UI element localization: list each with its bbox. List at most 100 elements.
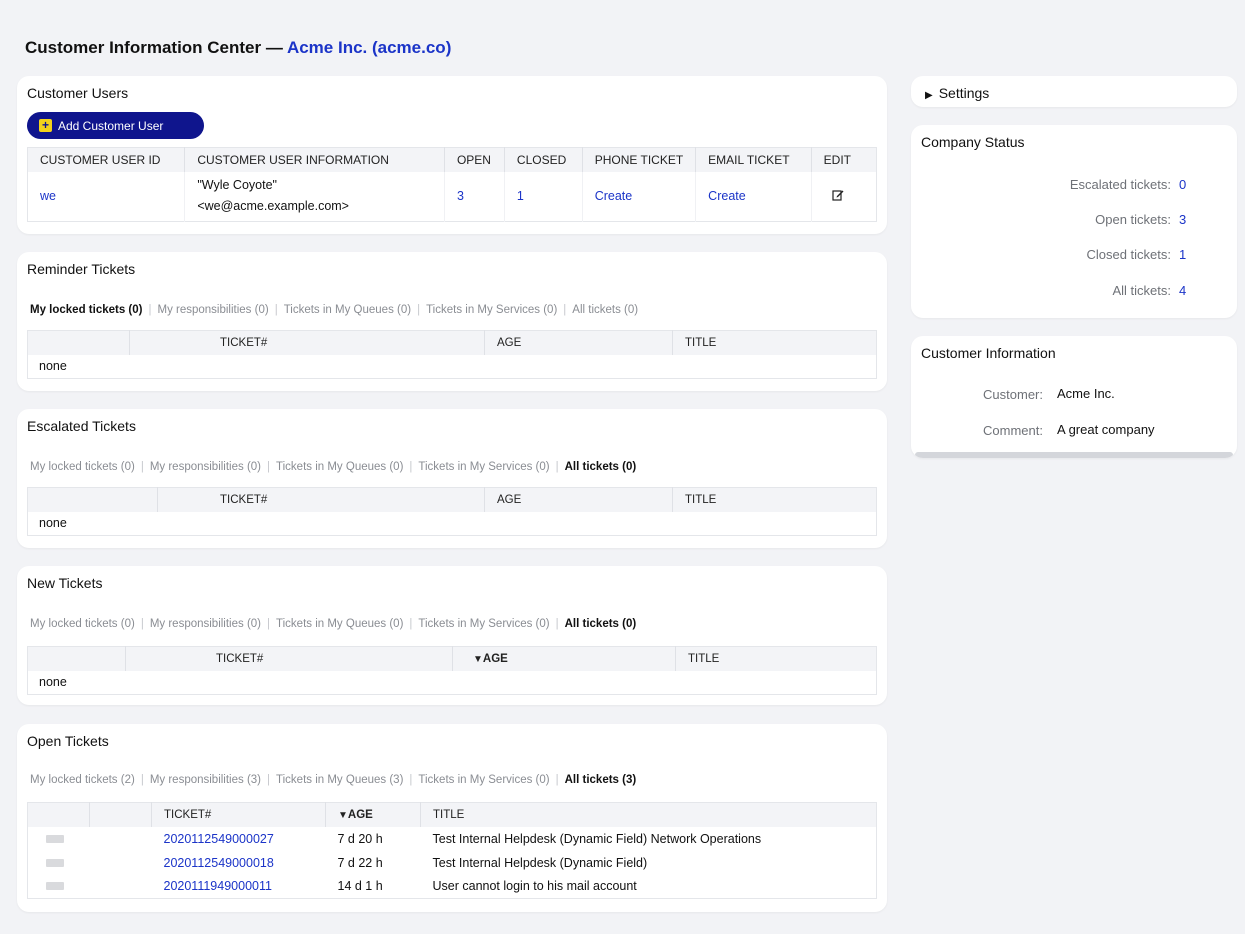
tab-tickets-in-my-queues[interactable]: Tickets in My Queues (0): [276, 618, 403, 630]
settings-title: Settings: [938, 85, 990, 101]
email-ticket-create-link[interactable]: Create: [708, 189, 746, 203]
col-age[interactable]: AGE: [484, 330, 673, 355]
col-ticket-number[interactable]: TICKET#: [157, 487, 485, 512]
settings-toggle[interactable]: ▶ Settings: [925, 85, 989, 101]
ticket-flag-icon: [46, 858, 64, 867]
tab-tickets-in-my-services[interactable]: Tickets in My Services (0): [418, 461, 549, 473]
escalated-filter-tabs: My locked tickets (0) | My responsibilitie…: [30, 461, 637, 473]
tab-tickets-in-my-services[interactable]: Tickets in My Services (0): [418, 774, 549, 786]
reminder-tickets-title: Reminder Tickets: [27, 261, 136, 277]
ticket-flag-icon: [46, 834, 64, 843]
ticket-flag-icon: [46, 882, 64, 891]
customer-user-name: "Wyle Coyote": [197, 178, 277, 193]
table-row: none: [28, 355, 877, 379]
table-row[interactable]: 2020112549000027 7 d 20 h Test Internal …: [28, 827, 877, 851]
customer-information-title: Customer Information: [921, 345, 1056, 361]
tab-tickets-in-my-queues[interactable]: Tickets in My Queues (0): [284, 304, 411, 316]
col-email-ticket[interactable]: EMAIL TICKET: [695, 147, 812, 172]
open-count-link[interactable]: 3: [457, 189, 464, 203]
table-row[interactable]: 2020111949000011 14 d 1 h User cannot lo…: [28, 875, 877, 899]
customer-users-title: Customer Users: [27, 85, 129, 101]
tab-my-locked-tickets[interactable]: My locked tickets (0): [30, 461, 135, 473]
col-ticket-number[interactable]: TICKET#: [151, 802, 326, 827]
stat-label-open: Open tickets:: [1095, 212, 1171, 227]
tab-all-tickets[interactable]: All tickets (3): [565, 774, 637, 786]
tab-tickets-in-my-queues[interactable]: Tickets in My Queues (0): [276, 461, 403, 473]
table-row: none: [28, 512, 877, 536]
customer-label: Customer:: [983, 387, 1043, 402]
ticket-number-link[interactable]: 2020111949000011: [164, 879, 272, 893]
new-tickets-title: New Tickets: [27, 575, 103, 591]
col-edit[interactable]: EDIT: [811, 147, 877, 172]
open-tickets-table: TICKET# ▼AGE TITLE 2020112549000027 7 d …: [27, 802, 877, 899]
phone-ticket-create-link[interactable]: Create: [595, 189, 633, 203]
stat-value-open[interactable]: 3: [1179, 212, 1186, 227]
col-customer-user-id[interactable]: CUSTOMER USER ID: [27, 147, 186, 172]
customer-users-table: CUSTOMER USER ID CUSTOMER USER INFORMATI…: [27, 147, 877, 222]
tab-my-locked-tickets[interactable]: My locked tickets (0): [30, 304, 142, 316]
col-ticket-number[interactable]: TICKET#: [125, 646, 453, 671]
col-ticket-number[interactable]: TICKET#: [129, 330, 485, 355]
open-tickets-panel: Open Tickets My locked tickets (2) | My re…: [17, 724, 887, 912]
customer-user-id-link[interactable]: we: [40, 189, 56, 203]
tab-all-tickets[interactable]: All tickets (0): [565, 618, 637, 630]
col-priority: [89, 802, 152, 827]
stat-value-all[interactable]: 4: [1179, 283, 1186, 298]
ticket-title: Test Internal Helpdesk (Dynamic Field) N…: [432, 831, 762, 846]
comment-label: Comment:: [983, 423, 1043, 438]
settings-panel[interactable]: ▶ Settings: [911, 76, 1237, 107]
company-status-title: Company Status: [921, 134, 1025, 150]
edit-icon[interactable]: [832, 189, 844, 201]
tab-tickets-in-my-services[interactable]: Tickets in My Services (0): [418, 618, 549, 630]
company-status-panel: Company Status Escalated tickets: 0 Open…: [911, 125, 1237, 318]
stat-value-escalated[interactable]: 0: [1179, 177, 1186, 192]
page-title-text: Customer Information Center —: [25, 38, 283, 57]
tab-tickets-in-my-services[interactable]: Tickets in My Services (0): [426, 304, 557, 316]
tab-all-tickets[interactable]: All tickets (0): [565, 461, 637, 473]
reminder-tickets-table: TICKET# AGE TITLE none: [27, 330, 877, 379]
horizontal-scrollbar[interactable]: [915, 452, 1233, 458]
tab-my-responsibilities[interactable]: My responsibilities (0): [150, 618, 261, 630]
comment-value: A great company: [1057, 422, 1155, 437]
ticket-title: Test Internal Helpdesk (Dynamic Field): [432, 855, 648, 870]
col-phone-ticket[interactable]: PHONE TICKET: [582, 147, 697, 172]
add-customer-user-button[interactable]: + Add Customer User: [27, 112, 204, 139]
col-age[interactable]: ▼AGE: [325, 802, 421, 827]
table-row: none: [28, 671, 877, 695]
closed-count-link[interactable]: 1: [517, 189, 524, 203]
col-title[interactable]: TITLE: [675, 646, 877, 671]
new-tickets-table: TICKET# ▼AGE TITLE none: [27, 646, 877, 695]
customer-user-email: <we@acme.example.com>: [197, 199, 349, 214]
col-open[interactable]: OPEN: [444, 147, 505, 172]
escalated-tickets-panel: Escalated Tickets My locked tickets (0) |…: [17, 409, 887, 548]
customer-value: Acme Inc.: [1057, 386, 1115, 401]
tab-all-tickets[interactable]: All tickets (0): [572, 304, 638, 316]
escalated-tickets-table: TICKET# AGE TITLE none: [27, 487, 877, 536]
col-customer-user-info[interactable]: CUSTOMER USER INFORMATION: [184, 147, 445, 172]
tab-my-locked-tickets[interactable]: My locked tickets (2): [30, 774, 135, 786]
tab-my-responsibilities[interactable]: My responsibilities (0): [157, 304, 268, 316]
empty-row-text: none: [39, 675, 67, 690]
col-flag: [27, 330, 130, 355]
empty-row-text: none: [39, 359, 67, 374]
ticket-title: User cannot login to his mail account: [432, 879, 637, 894]
table-row[interactable]: 2020112549000018 7 d 22 h Test Internal …: [28, 851, 877, 875]
col-age[interactable]: ▼AGE: [452, 646, 676, 671]
stat-value-closed[interactable]: 1: [1179, 247, 1186, 262]
col-title[interactable]: TITLE: [672, 487, 877, 512]
ticket-number-link[interactable]: 2020112549000027: [164, 832, 274, 846]
reminder-tickets-panel: Reminder Tickets My locked tickets (0) | M…: [17, 252, 887, 391]
expand-triangle-icon: ▶: [925, 90, 933, 101]
col-age[interactable]: AGE: [484, 487, 673, 512]
tab-my-responsibilities[interactable]: My responsibilities (0): [150, 461, 261, 473]
col-flag: [27, 646, 126, 671]
tab-tickets-in-my-queues[interactable]: Tickets in My Queues (3): [276, 774, 403, 786]
col-title[interactable]: TITLE: [420, 802, 877, 827]
tab-my-locked-tickets[interactable]: My locked tickets (0): [30, 618, 135, 630]
new-tickets-panel: New Tickets My locked tickets (0) | My res…: [17, 566, 887, 705]
ticket-age: 7 d 22 h: [337, 855, 383, 870]
col-closed[interactable]: CLOSED: [504, 147, 583, 172]
tab-my-responsibilities[interactable]: My responsibilities (3): [150, 774, 261, 786]
ticket-number-link[interactable]: 2020112549000018: [164, 856, 274, 870]
col-title[interactable]: TITLE: [672, 330, 877, 355]
